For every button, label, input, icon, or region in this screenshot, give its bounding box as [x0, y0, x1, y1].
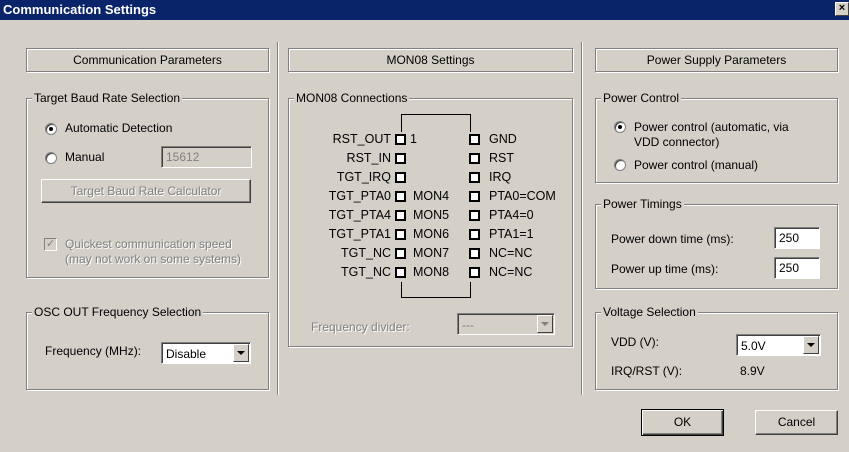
- pin-left-label: TGT_PTA0: [328, 189, 391, 203]
- voltage-selection-group-title: Voltage Selection: [601, 305, 698, 319]
- power-up-input[interactable]: 250: [774, 257, 820, 279]
- pin-right-label: PTA4=0: [489, 208, 534, 222]
- mon08-settings-header: MON08 Settings: [288, 48, 573, 72]
- pin-left-label: RST_IN: [346, 151, 391, 165]
- panel-separator: [277, 42, 279, 395]
- pin-left-label: TGT_NC: [341, 265, 391, 279]
- title-bar: Communication Settings ×: [0, 0, 849, 20]
- cancel-button[interactable]: Cancel: [755, 410, 838, 435]
- quickest-speed-checkbox[interactable]: ✓: [44, 238, 57, 251]
- pin-left-box: [395, 248, 406, 259]
- pin-right-box: [469, 267, 480, 278]
- pin-left-box: [395, 210, 406, 221]
- vdd-select[interactable]: 5.0V: [736, 334, 821, 356]
- connector-bottom-bracket: [401, 282, 471, 298]
- panel-separator: [581, 42, 583, 395]
- power-supply-header: Power Supply Parameters: [595, 48, 838, 72]
- baud-calculator-button[interactable]: Target Baud Rate Calculator: [41, 179, 251, 203]
- pin-left-box: [395, 134, 406, 145]
- auto-detect-radio[interactable]: [45, 123, 57, 135]
- window-title: Communication Settings: [3, 2, 157, 17]
- power-down-label: Power down time (ms):: [611, 232, 734, 246]
- irq-rst-label: IRQ/RST (V):: [611, 364, 683, 378]
- pin-right-box: [469, 172, 480, 183]
- power-manual-label[interactable]: Power control (manual): [634, 158, 758, 172]
- power-manual-radio[interactable]: [614, 159, 626, 171]
- power-auto-label[interactable]: Power control (automatic, via: [634, 120, 789, 134]
- pin-right-box: [469, 248, 480, 259]
- pin-right-label: NC=NC: [489, 246, 533, 260]
- pin-left-box: [395, 172, 406, 183]
- chevron-down-icon[interactable]: [803, 336, 819, 354]
- power-timings-group: Power Timings Power down time (ms): 250 …: [595, 197, 838, 289]
- chevron-down-icon[interactable]: [537, 315, 553, 333]
- pin-left-box: [395, 191, 406, 202]
- pin-left-label: TGT_PTA1: [328, 227, 391, 241]
- comm-params-header: Communication Parameters: [26, 48, 269, 72]
- baud-rate-group-title: Target Baud Rate Selection: [32, 91, 183, 105]
- pin-left-label: TGT_IRQ: [336, 170, 391, 184]
- auto-detect-label[interactable]: Automatic Detection: [65, 121, 172, 135]
- frequency-divider-value: ---: [462, 318, 474, 332]
- pin-right-box: [469, 191, 480, 202]
- power-down-input[interactable]: 250: [774, 227, 820, 249]
- frequency-select[interactable]: Disable: [161, 342, 251, 364]
- frequency-label: Frequency (MHz):: [45, 344, 142, 358]
- pin-right-label: RST: [489, 151, 514, 165]
- osc-out-group: OSC OUT Frequency Selection Frequency (M…: [26, 305, 269, 390]
- pin-mon-label: MON5: [413, 208, 450, 222]
- pin-left-label: TGT_PTA4: [328, 208, 391, 222]
- pin-mon-label: MON4: [413, 189, 450, 203]
- pin-left-label: TGT_NC: [341, 246, 391, 260]
- pin-left-box: [395, 267, 406, 278]
- baud-rate-group: Target Baud Rate Selection Automatic Det…: [26, 91, 269, 278]
- manual-baud-input[interactable]: 15612: [161, 146, 252, 168]
- power-up-label: Power up time (ms):: [611, 262, 719, 276]
- osc-out-group-title: OSC OUT Frequency Selection: [32, 305, 204, 319]
- pin-left-label: RST_OUT: [332, 132, 391, 146]
- frequency-divider-select[interactable]: ---: [457, 313, 555, 335]
- pin-right-box: [469, 153, 480, 164]
- pin-right-label: GND: [489, 132, 517, 146]
- vdd-label: VDD (V):: [611, 335, 659, 349]
- manual-radio[interactable]: [45, 152, 57, 164]
- pin-mon-label: MON6: [413, 227, 450, 241]
- power-control-group: Power Control Power control (automatic, …: [595, 91, 838, 183]
- chevron-down-icon[interactable]: [233, 344, 249, 362]
- pin-right-box: [469, 134, 480, 145]
- frequency-value: Disable: [166, 347, 207, 361]
- pin-right-label: IRQ: [489, 170, 512, 184]
- pin-mon-label: MON7: [413, 246, 450, 260]
- pin-right-label: NC=NC: [489, 265, 533, 279]
- power-control-group-title: Power Control: [601, 91, 682, 105]
- quickest-speed-note: (may not work on some systems): [65, 252, 242, 266]
- pin-left-box: [395, 153, 406, 164]
- pin-right-box: [469, 229, 480, 240]
- ok-button[interactable]: OK: [641, 409, 724, 436]
- manual-label[interactable]: Manual: [65, 150, 104, 164]
- pin-right-label: PTA0=COM: [489, 189, 556, 203]
- power-timings-group-title: Power Timings: [601, 197, 684, 211]
- pin-number: 1: [410, 132, 417, 146]
- irq-rst-value: 8.9V: [740, 364, 765, 378]
- close-icon[interactable]: ×: [835, 2, 849, 16]
- pin-right-label: PTA1=1: [489, 227, 534, 241]
- connector-top-bracket: [401, 114, 471, 132]
- voltage-selection-group: Voltage Selection VDD (V): 5.0V IRQ/RST …: [595, 305, 838, 390]
- pin-right-box: [469, 210, 480, 221]
- power-auto-label-line2[interactable]: VDD connector): [634, 135, 719, 149]
- mon08-connections-group: MON08 Connections RST_OUT 1 GND RST_IN RST TG…: [288, 91, 573, 347]
- vdd-value: 5.0V: [741, 339, 766, 353]
- quickest-speed-label: Quickest communication speed: [65, 237, 232, 251]
- power-auto-radio[interactable]: [614, 121, 626, 133]
- mon08-connections-group-title: MON08 Connections: [294, 91, 410, 105]
- pin-left-box: [395, 229, 406, 240]
- pin-mon-label: MON8: [413, 265, 450, 279]
- frequency-divider-label: Frequency divider:: [311, 320, 410, 334]
